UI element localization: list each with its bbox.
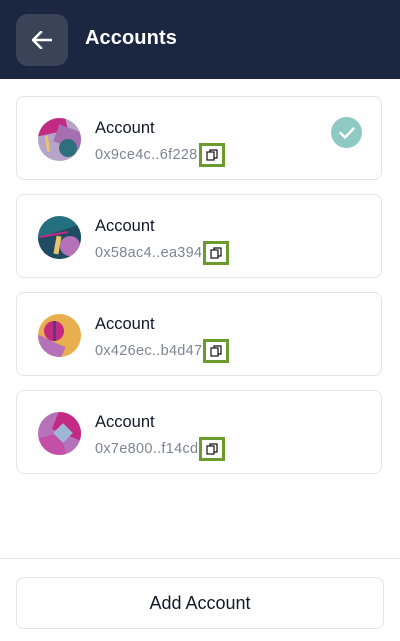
account-address: 0x426ec..b4d47 — [95, 343, 203, 359]
back-button[interactable] — [16, 14, 68, 66]
arrow-left-icon — [32, 31, 52, 49]
account-item[interactable]: Account 0x7e800..f14cd — [16, 390, 382, 474]
selected-check — [331, 117, 362, 148]
account-address: 0x9ce4c..6f228 — [95, 147, 198, 163]
check-icon — [338, 126, 355, 139]
address-row: 0x426ec..b4d47 — [95, 339, 230, 363]
page-title: Accounts — [85, 27, 177, 49]
copy-icon — [206, 443, 218, 455]
account-avatar — [38, 314, 81, 357]
address-row: 0x9ce4c..6f228 — [95, 143, 225, 167]
copy-address-button[interactable] — [203, 241, 230, 265]
account-name: Account — [95, 217, 155, 235]
copy-address-button[interactable] — [199, 437, 226, 461]
account-address: 0x7e800..f14cd — [95, 441, 199, 457]
address-row: 0x58ac4..ea394 — [95, 241, 230, 265]
account-name: Account — [95, 119, 155, 137]
address-row: 0x7e800..f14cd — [95, 437, 226, 461]
copy-address-button[interactable] — [198, 143, 225, 167]
account-item[interactable]: Account 0x9ce4c..6f228 — [16, 96, 382, 180]
account-avatar — [38, 412, 81, 455]
account-avatar — [38, 216, 81, 259]
add-account-button[interactable]: Add Account — [16, 577, 384, 629]
account-name: Account — [95, 315, 155, 333]
account-name: Account — [95, 413, 155, 431]
footer-divider — [0, 558, 400, 559]
account-item[interactable]: Account 0x58ac4..ea394 — [16, 194, 382, 278]
copy-icon — [210, 247, 223, 259]
account-item[interactable]: Account 0x426ec..b4d47 — [16, 292, 382, 376]
account-address: 0x58ac4..ea394 — [95, 245, 203, 261]
account-avatar — [38, 118, 81, 161]
copy-icon — [205, 149, 218, 161]
copy-address-button[interactable] — [203, 339, 230, 363]
copy-icon — [210, 345, 223, 357]
app-header: Accounts — [0, 0, 400, 79]
